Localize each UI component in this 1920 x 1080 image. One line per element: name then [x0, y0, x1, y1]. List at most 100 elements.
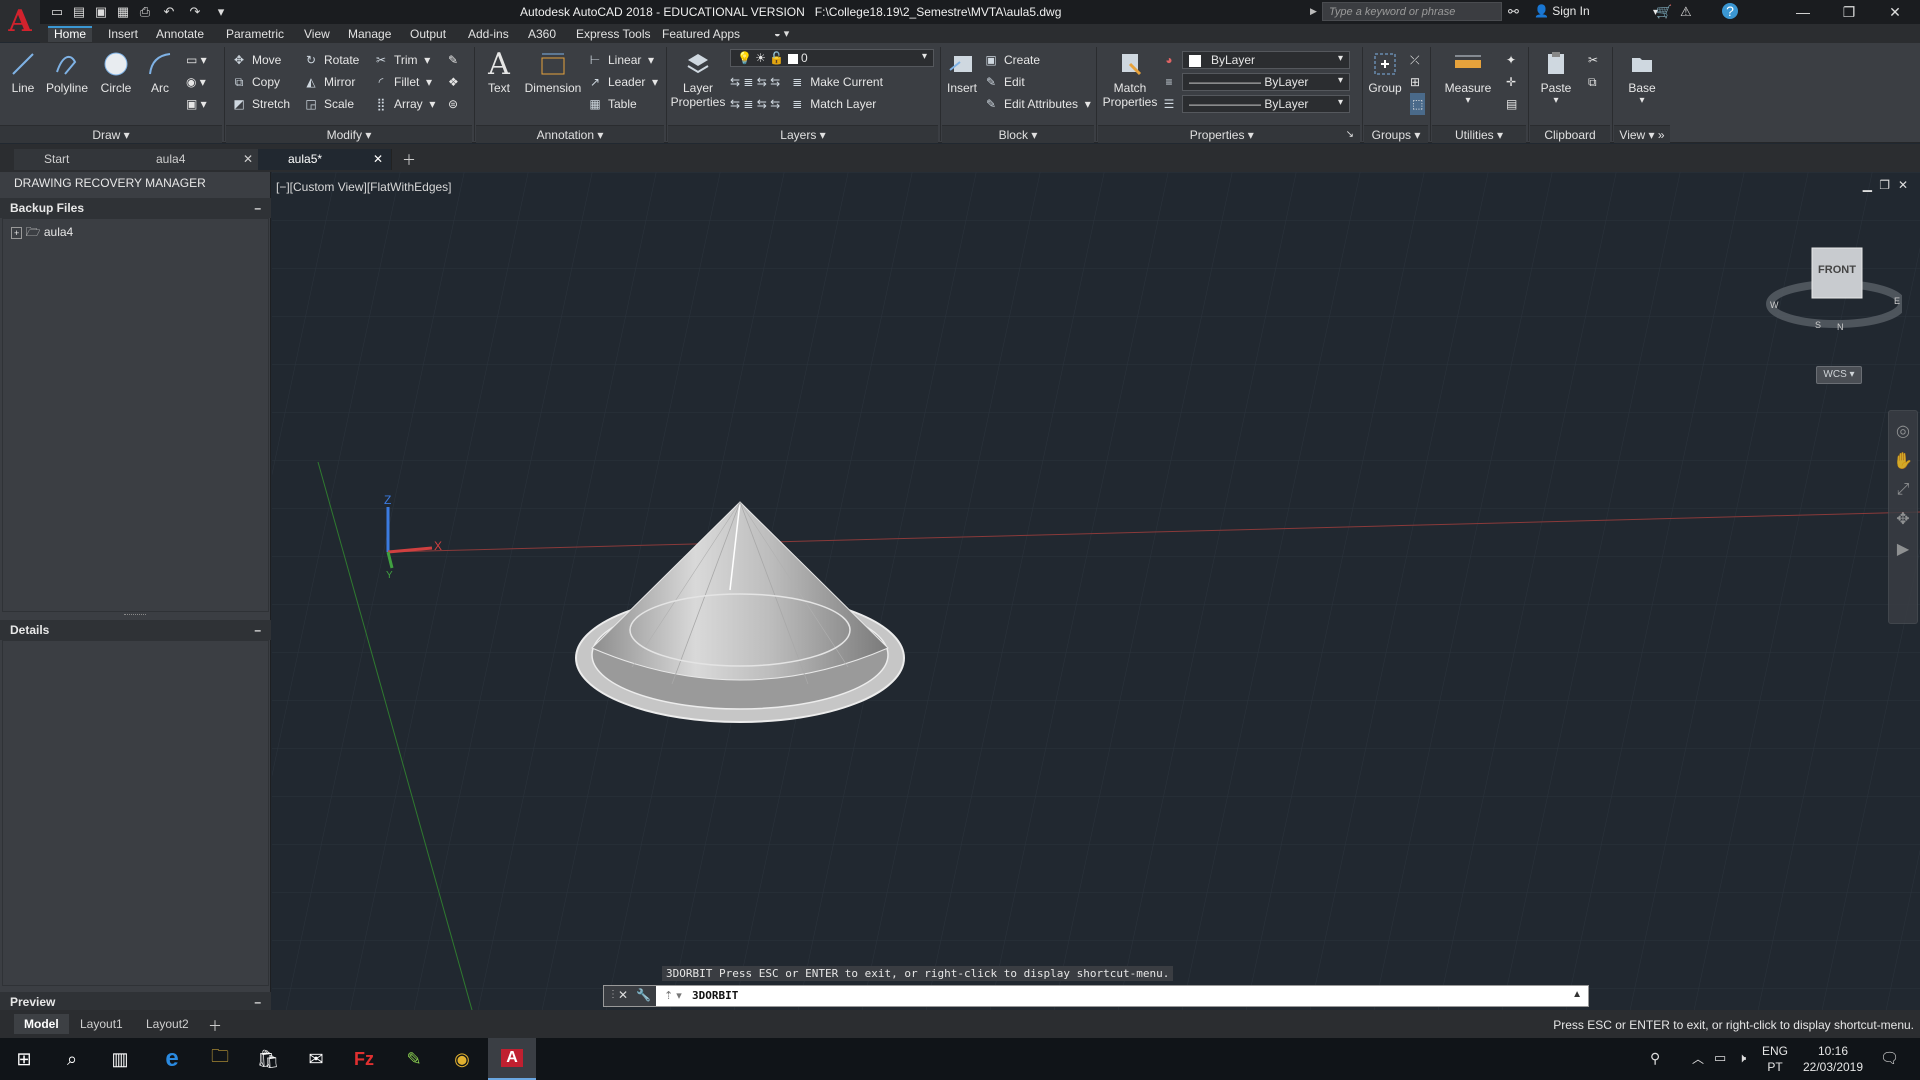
point-icon[interactable]: ✛ — [1506, 71, 1517, 93]
viewport-restore-icon[interactable]: ❐ — [1879, 178, 1890, 192]
lineweight-dropdown[interactable]: —————— ByLayer ▾ — [1182, 73, 1350, 91]
group-selection-icon[interactable]: ⬚ — [1410, 93, 1426, 115]
drawing-viewport[interactable]: Z X Y [−][Custom View][FlatWithEdges] ▁ … — [272, 172, 1920, 1010]
collapse-icon[interactable]: – — [254, 995, 261, 1009]
tab-annotate[interactable]: Annotate — [150, 26, 210, 42]
zoom-icon[interactable]: ⤢ — [1889, 481, 1917, 499]
mail-icon[interactable]: ✉ — [292, 1038, 340, 1080]
binoculars-icon[interactable]: ⚯ — [1508, 4, 1519, 20]
backup-item-aula4[interactable]: + 🗁 aula4 — [11, 223, 73, 244]
group-edit-icon[interactable]: ⊞ — [1410, 71, 1425, 93]
people-icon[interactable]: ⚲ — [1650, 1050, 1660, 1067]
preview-header[interactable]: Preview – — [0, 992, 271, 1012]
trim-button[interactable]: ✂ Trim ▾ — [374, 49, 435, 71]
groups-panel-bar[interactable]: Groups ▾ — [1364, 125, 1428, 143]
insert-block-button[interactable]: Insert — [942, 49, 982, 95]
network-icon[interactable]: ▭ — [1714, 1050, 1726, 1066]
tab-output[interactable]: Output — [404, 26, 452, 42]
filezilla-icon[interactable]: Fz — [340, 1038, 388, 1080]
drawing-canvas[interactable]: Z X Y — [272, 172, 1920, 1010]
search-icon[interactable]: ⌕ — [48, 1038, 96, 1080]
annotation-panel-bar[interactable]: Annotation ▾ — [476, 125, 664, 143]
layout-tab-layout1[interactable]: Layout1 — [70, 1014, 133, 1034]
quick-access-dropdown-icon[interactable]: ▾ — [212, 3, 230, 21]
exchange-icon[interactable]: ⚠ — [1680, 4, 1692, 20]
layers-panel-bar[interactable]: Layers ▾ — [668, 125, 938, 143]
steering-wheel-icon[interactable]: ◎ — [1889, 421, 1917, 441]
mirror-button[interactable]: ◭ Mirror — [304, 71, 359, 93]
edit-attributes-button[interactable]: ✎ Edit Attributes ▾ — [984, 93, 1091, 115]
close-icon[interactable]: ✕ — [1872, 0, 1918, 24]
view-panel-bar[interactable]: View ▾ » — [1614, 125, 1670, 143]
tab-a360[interactable]: A360 — [522, 26, 562, 42]
grip-icon[interactable]: ⋮ — [608, 989, 618, 1000]
help-icon[interactable]: ? — [1722, 3, 1738, 19]
tab-insert[interactable]: Insert — [102, 26, 144, 42]
task-view-icon[interactable]: ▥ — [96, 1038, 144, 1080]
ribbon-options-icon[interactable]: ◒ ▾ — [774, 27, 789, 40]
match-properties-button[interactable]: Match Properties — [1100, 49, 1160, 109]
viewcube[interactable]: S W E N FRONT — [1762, 232, 1906, 342]
array-button[interactable]: ⣿ Array ▾ — [374, 93, 436, 115]
tab-featured-apps[interactable]: Featured Apps — [656, 26, 746, 42]
paste-button[interactable]: Paste ▾ — [1534, 49, 1578, 106]
rectangle-icon[interactable]: ▭ ▾ — [186, 49, 220, 71]
details-header[interactable]: Details – — [0, 620, 271, 640]
tray-chevron-icon[interactable]: ︿ — [1692, 1050, 1704, 1067]
rotate-button[interactable]: ↻ Rotate — [304, 49, 359, 71]
save-icon[interactable]: ▣ — [92, 3, 110, 21]
search-expand-icon[interactable]: ▶ — [1310, 6, 1317, 17]
scale-button[interactable]: ◲ Scale — [304, 93, 359, 115]
move-button[interactable]: ✥ Move — [232, 49, 290, 71]
doc-tab-aula4[interactable]: aula4 ✕ — [126, 149, 262, 170]
text-button[interactable]: A Text — [480, 47, 518, 96]
panel-launcher-icon[interactable]: ↘ — [1346, 126, 1354, 144]
plot-icon[interactable]: ⎙ — [136, 3, 154, 21]
copy-clip-icon[interactable]: ⧉ — [1588, 71, 1598, 93]
create-block-button[interactable]: ▣ Create — [984, 49, 1091, 71]
tab-add-ins[interactable]: Add-ins — [462, 26, 515, 42]
tab-parametric[interactable]: Parametric — [220, 26, 290, 42]
tab-view[interactable]: View — [298, 26, 336, 42]
polyline-button[interactable]: Polyline — [42, 49, 92, 95]
quick-select-icon[interactable]: ✦ — [1506, 49, 1517, 71]
minimize-icon[interactable]: — — [1780, 0, 1826, 24]
arc-button[interactable]: Arc — [142, 49, 178, 95]
new-file-icon[interactable]: ▭ — [48, 3, 66, 21]
color-dropdown[interactable]: ByLayer ▾ — [1182, 51, 1350, 69]
leader-button[interactable]: ↗ Leader ▾ — [588, 71, 658, 93]
explode-icon[interactable]: ❖ — [448, 71, 459, 93]
viewcube-face-label[interactable]: FRONT — [1812, 264, 1862, 276]
windows-start-icon[interactable]: ⊞ — [0, 1038, 48, 1080]
doc-tab-aula5[interactable]: aula5* ✕ — [258, 149, 392, 170]
tab-home[interactable]: Home — [48, 26, 93, 42]
region-icon[interactable]: ▣ ▾ — [186, 93, 220, 115]
layout-tab-layout2[interactable]: Layout2 — [136, 1014, 199, 1034]
base-view-button[interactable]: Base ▾ — [1620, 49, 1664, 106]
close-tab-icon[interactable]: ✕ — [373, 152, 383, 166]
store-icon[interactable]: 🛍 — [244, 1038, 292, 1080]
new-tab-icon[interactable]: ＋ — [402, 150, 416, 170]
properties-panel-bar[interactable]: Properties ▾ ↘ — [1098, 125, 1360, 143]
splitter-grip[interactable] — [124, 614, 146, 617]
calculator-icon[interactable]: ▤ — [1506, 93, 1517, 115]
notepad-plus-icon[interactable]: ✎ — [390, 1038, 438, 1080]
application-menu-button[interactable]: A — [0, 0, 40, 42]
block-panel-bar[interactable]: Block ▾ — [942, 125, 1094, 143]
measure-button[interactable]: Measure ▾ — [1440, 49, 1496, 106]
cart-icon[interactable]: 🛒 — [1656, 4, 1672, 20]
make-current-button[interactable]: ⇆ ≣ ⇆ ⇆ ≣ Make Current — [730, 71, 934, 93]
hatch-icon[interactable]: ◉ ▾ — [186, 71, 220, 93]
offset-icon[interactable]: ⊜ — [448, 93, 459, 115]
linetype-dropdown[interactable]: —————— ByLayer ▾ — [1182, 95, 1350, 113]
notifications-icon[interactable]: 🗨 — [1880, 1049, 1899, 1067]
open-file-icon[interactable]: ▤ — [70, 3, 88, 21]
file-explorer-icon[interactable]: 🗀 — [196, 1038, 244, 1080]
match-layer-button[interactable]: ⇆ ≣ ⇆ ⇆ ≣ Match Layer — [730, 93, 934, 115]
showmotion-icon[interactable]: ▶ — [1889, 539, 1917, 559]
table-button[interactable]: ▦ Table — [588, 93, 658, 115]
cut-icon[interactable]: ✂ — [1588, 49, 1598, 71]
autocad-taskbar-icon[interactable]: A — [488, 1038, 536, 1080]
search-input[interactable]: Type a keyword or phrase — [1322, 2, 1502, 21]
linear-dimension-button[interactable]: ⊢ Linear ▾ — [588, 49, 658, 71]
